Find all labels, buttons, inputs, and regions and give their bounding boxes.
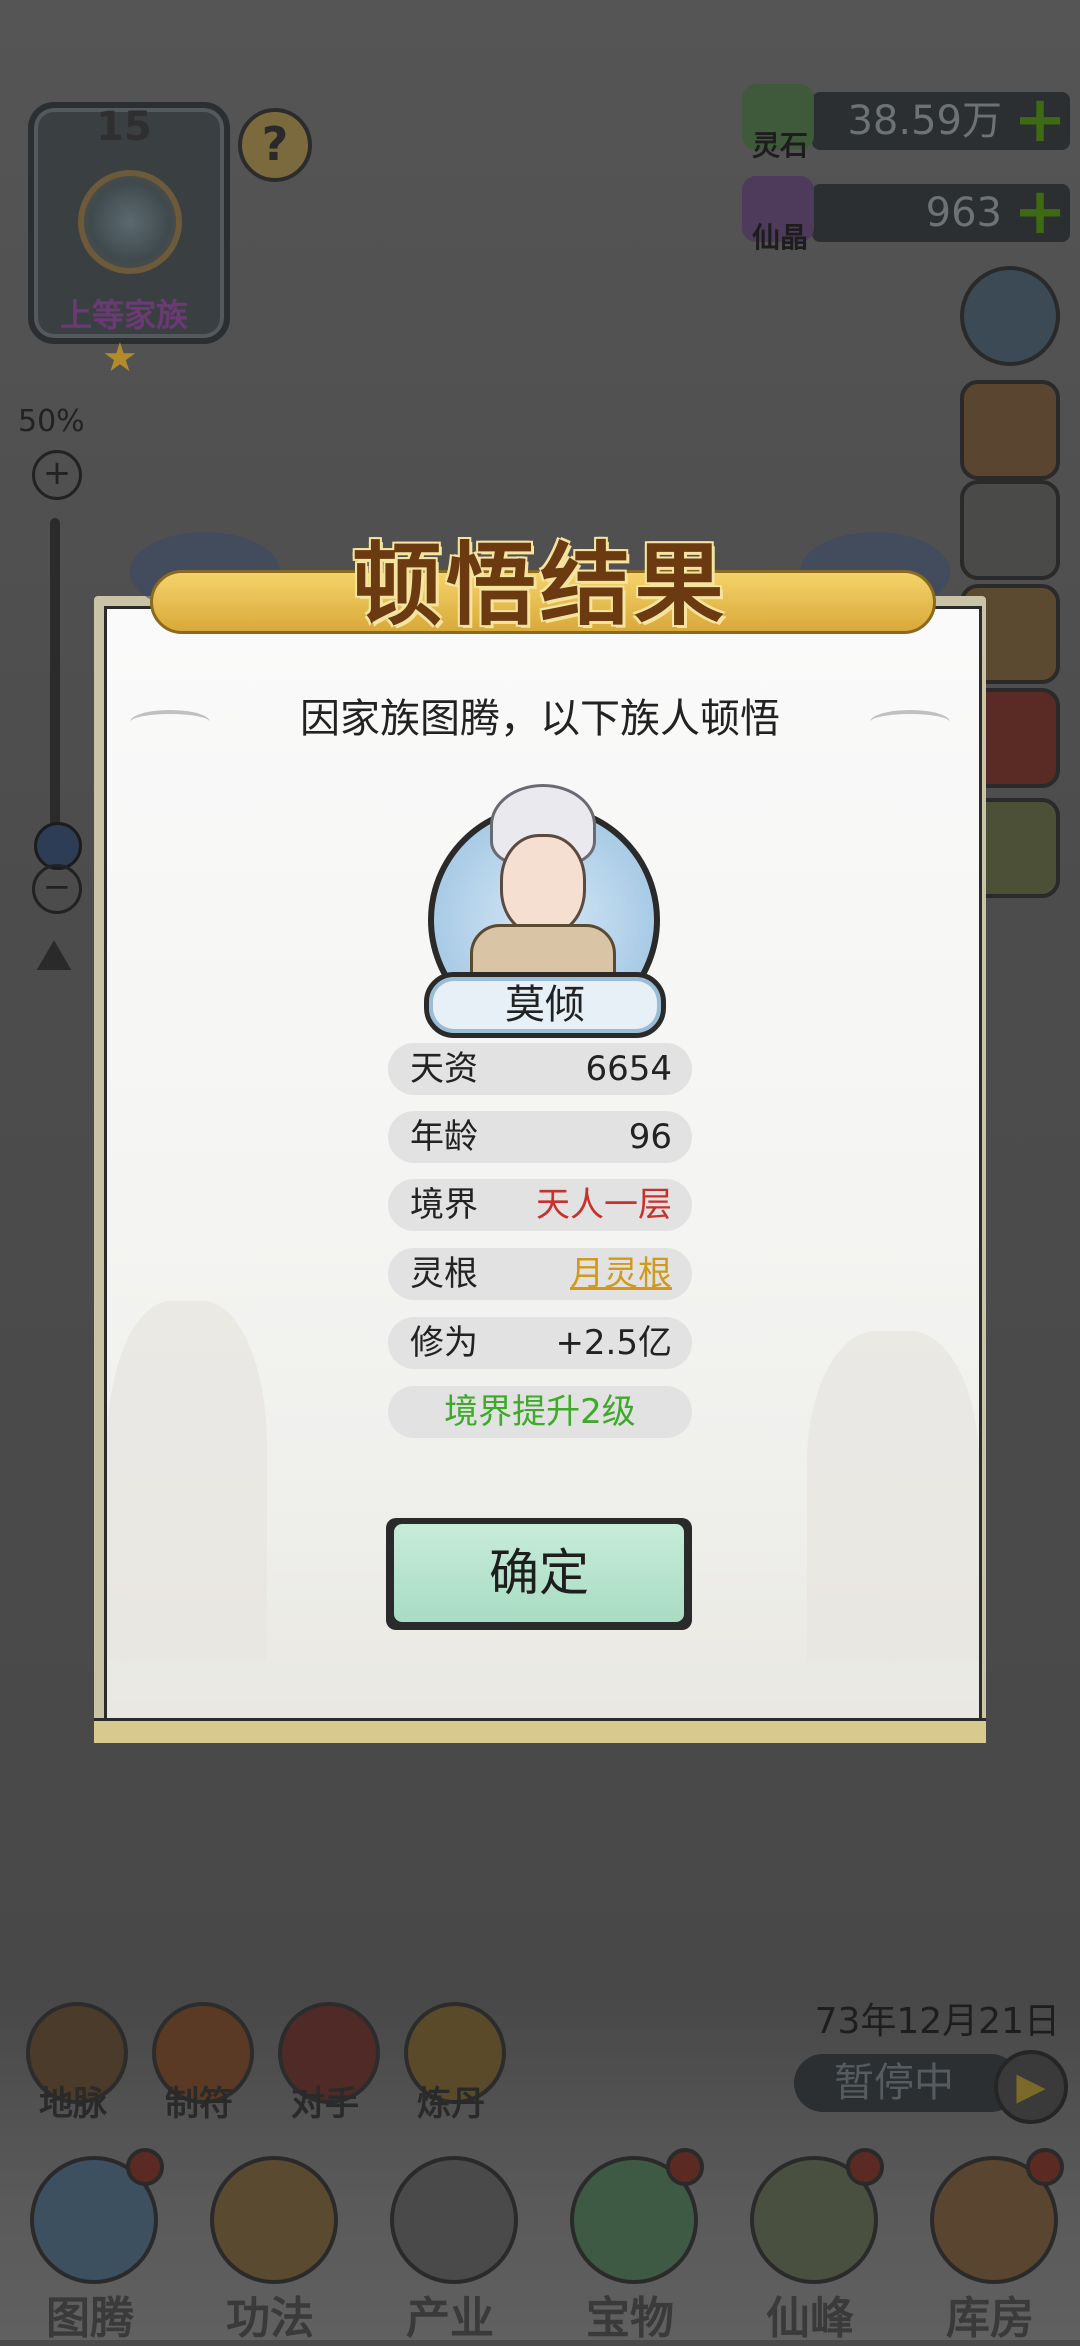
notification-dot — [1026, 2148, 1064, 2186]
stat-row-spirit-root: 灵根 月灵根 — [388, 1248, 692, 1300]
stat-label: 灵根 — [410, 1254, 478, 1294]
shortcut-label: 地脉 — [39, 2084, 107, 2124]
play-icon[interactable]: ▶ — [994, 2050, 1068, 2124]
stat-label: 年龄 — [410, 1117, 478, 1157]
notification-dot — [846, 2148, 884, 2186]
family-rank: 上等家族 — [59, 296, 188, 334]
stat-value: 天人一层 — [536, 1185, 672, 1225]
currency-spirit-stone: 38.59万 + 灵石 — [742, 84, 1072, 162]
family-level: 15 — [96, 104, 152, 150]
realm-increase-text: 境界提升2级 — [444, 1392, 636, 1432]
member-name: 莫倾 — [505, 982, 585, 1028]
dialog-title: 顿悟结果 — [352, 533, 728, 638]
confirm-button-face: 确定 — [394, 1524, 684, 1622]
shortcut-label: 炼丹 — [417, 2084, 485, 2124]
zoom-in-button[interactable]: + — [32, 450, 82, 500]
bottom-navigation: 图腾 功法 产业 宝物 仙峰 库房 — [0, 2130, 1080, 2344]
result-row: 境界提升2级 — [388, 1386, 692, 1438]
notification-dot — [666, 2148, 704, 2186]
settings-yinyang-icon[interactable] — [960, 266, 1060, 366]
stat-row-age: 年龄 96 — [388, 1111, 692, 1163]
avatar-face — [500, 834, 586, 936]
confirm-label: 确定 — [489, 1544, 589, 1602]
stat-row-talent: 天资 6654 — [388, 1043, 692, 1095]
stat-row-realm: 境界 天人一层 — [388, 1179, 692, 1231]
zoom-out-button[interactable]: − — [32, 864, 82, 914]
shortcut-earth-vein[interactable]: 地脉 — [18, 1998, 128, 2128]
spirit-root-link[interactable]: 月灵根 — [570, 1248, 672, 1300]
tab-label: 功法 — [226, 2293, 314, 2344]
tab-label: 图腾 — [46, 2293, 134, 2344]
tab-storage[interactable]: 库房 — [900, 2130, 1080, 2344]
tab-label: 宝物 — [586, 2293, 674, 2344]
spirit-stone-value: 38.59万 — [847, 98, 1002, 144]
notification-dot — [126, 2148, 164, 2186]
industry-tab-icon — [390, 2156, 518, 2284]
stat-value: +2.5亿 — [555, 1323, 672, 1363]
tab-label: 仙峰 — [766, 2293, 854, 2344]
pause-control[interactable]: 暂停中 ▶ — [794, 2050, 1068, 2124]
tab-treasure[interactable]: 宝物 — [540, 2130, 720, 2344]
help-button[interactable]: ? — [238, 108, 312, 182]
technique-tab-icon — [210, 2156, 338, 2284]
star-icon: ★ — [102, 335, 138, 381]
family-emblem[interactable]: 15 上等家族 ★ — [18, 92, 230, 378]
tab-industry[interactable]: 产业 — [360, 2130, 540, 2344]
confirm-button[interactable]: 确定 — [386, 1518, 692, 1630]
stat-label: 境界 — [410, 1185, 478, 1225]
tab-label: 库房 — [946, 2293, 1034, 2344]
tab-totem[interactable]: 图腾 — [0, 2130, 180, 2344]
mountain-decoration — [807, 1331, 979, 1661]
tab-label: 产业 — [406, 2293, 494, 2344]
shortcut-talisman[interactable]: 制符 — [144, 1998, 254, 2128]
immortal-crystal-value: 963 — [925, 190, 1002, 236]
totem-icon — [78, 170, 182, 274]
currency-immortal-crystal: 963 + 仙晶 — [742, 176, 1072, 254]
stat-row-cultivation: 修为 +2.5亿 — [388, 1317, 692, 1369]
member-name-plate: 莫倾 — [424, 972, 666, 1038]
shortcut-label: 对手 — [291, 2084, 359, 2124]
spirit-stone-label: 灵石 — [751, 129, 808, 162]
zoom-slider-handle[interactable] — [34, 822, 82, 870]
immortal-crystal-label: 仙晶 — [751, 221, 808, 254]
shortcut-label: 制符 — [165, 2084, 233, 2124]
game-date: 73年12月21日 — [814, 2001, 1060, 2042]
stat-value: 6654 — [585, 1049, 672, 1089]
zoom-level: 50% — [18, 404, 85, 439]
add-immortal-crystal-button[interactable]: + — [1010, 180, 1070, 244]
stat-label: 修为 — [410, 1323, 478, 1363]
mountain-decoration — [107, 1301, 267, 1661]
stat-label: 天资 — [410, 1049, 478, 1089]
dialog-subtitle: 因家族图腾，以下族人顿悟 — [300, 696, 780, 742]
add-spirit-stone-button[interactable]: + — [1010, 88, 1070, 152]
shortcut-rival[interactable]: 对手 — [270, 1998, 380, 2128]
dialog-title-banner: 顿悟结果 — [40, 512, 1040, 642]
stat-value: 96 — [628, 1117, 672, 1157]
pause-status: 暂停中 — [834, 2060, 954, 2106]
tab-immortal-peak[interactable]: 仙峰 — [720, 2130, 900, 2344]
scroll-map-icon[interactable] — [960, 380, 1060, 480]
location-pin-icon[interactable]: ⛰ — [26, 930, 82, 986]
tab-technique[interactable]: 功法 — [180, 2130, 360, 2344]
shortcut-alchemy[interactable]: 炼丹 — [396, 1998, 506, 2128]
dialog-border-strip — [94, 1718, 986, 1743]
